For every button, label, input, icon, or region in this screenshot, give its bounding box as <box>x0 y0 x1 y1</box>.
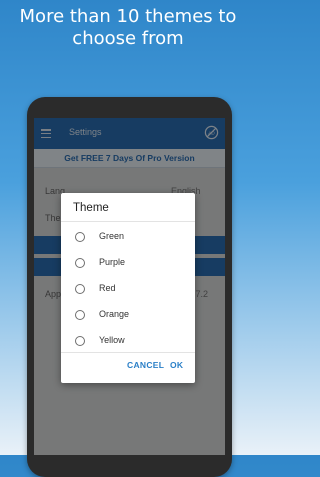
dialog-divider-top <box>61 221 195 222</box>
ok-button[interactable]: OK <box>170 360 183 370</box>
cancel-button[interactable]: CANCEL <box>127 360 164 370</box>
promo-line-2: choose from <box>72 28 184 49</box>
promo-line-1: More than 10 themes to <box>19 6 237 27</box>
theme-option-label: Yellow <box>99 335 125 345</box>
radio-button-icon[interactable] <box>75 336 85 346</box>
promo-headline: More than 10 themes to choose from <box>0 6 256 50</box>
theme-dialog: Theme Green Purple Red Orange Yellow CAN… <box>61 193 195 383</box>
radio-button-icon[interactable] <box>75 232 85 242</box>
radio-button-icon[interactable] <box>75 284 85 294</box>
theme-option-label: Purple <box>99 257 126 267</box>
dialog-title: Theme <box>73 202 109 214</box>
theme-option-orange[interactable]: Orange <box>61 303 195 329</box>
theme-option-purple[interactable]: Purple <box>61 251 195 277</box>
theme-option-red[interactable]: Red <box>61 277 195 303</box>
theme-option-label: Red <box>99 283 116 293</box>
theme-option-label: Green <box>99 231 125 241</box>
radio-button-icon[interactable] <box>75 258 85 268</box>
theme-option-label: Orange <box>99 309 130 319</box>
dialog-divider-bottom <box>61 352 195 353</box>
radio-button-icon[interactable] <box>75 310 85 320</box>
theme-option-green[interactable]: Green <box>61 225 195 251</box>
